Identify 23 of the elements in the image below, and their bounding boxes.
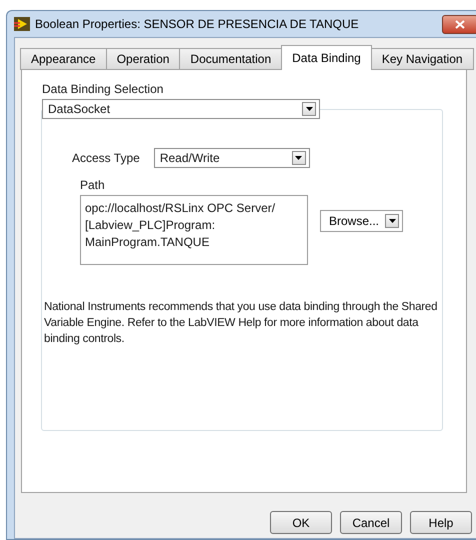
tab[interactable]: Key Navigation: [370, 48, 474, 70]
path-field[interactable]: opc://localhost/RSLinx OPC Server/ [Labview_PLC]Program: MainProgram.TANQUE: [80, 195, 308, 265]
close-button[interactable]: [442, 14, 476, 34]
browse-button[interactable]: Browse...: [320, 210, 404, 232]
field-label: Access Type: [72, 151, 140, 165]
caret-icon[interactable]: [302, 102, 316, 116]
tab[interactable]: Operation: [106, 48, 180, 70]
caret-icon[interactable]: [292, 151, 306, 165]
close-icon: [455, 20, 465, 28]
tab[interactable]: Appearance: [20, 48, 107, 70]
caret-icon[interactable]: [385, 214, 400, 228]
dropdown[interactable]: Read/Write: [154, 148, 310, 168]
window-title: Boolean Properties: SENSOR DE PRESENCIA DE TANQUE: [35, 17, 359, 31]
app-icon: [14, 17, 30, 31]
dialog-button[interactable]: OK: [270, 511, 332, 534]
tab[interactable]: Data Binding: [281, 45, 372, 70]
dialog-button[interactable]: Cancel: [340, 511, 402, 534]
field-label: Data Binding Selection: [42, 82, 164, 96]
dialog-button[interactable]: Help: [410, 511, 472, 534]
info-text: National Instruments recommends that you use data binding through the Shared Variable Engine. Refer to the LabVIEW Help for more information about data binding controls.: [44, 300, 438, 347]
dropdown[interactable]: DataSocket: [42, 99, 320, 119]
field-label: Path: [80, 178, 106, 192]
tab[interactable]: Documentation: [179, 48, 282, 70]
